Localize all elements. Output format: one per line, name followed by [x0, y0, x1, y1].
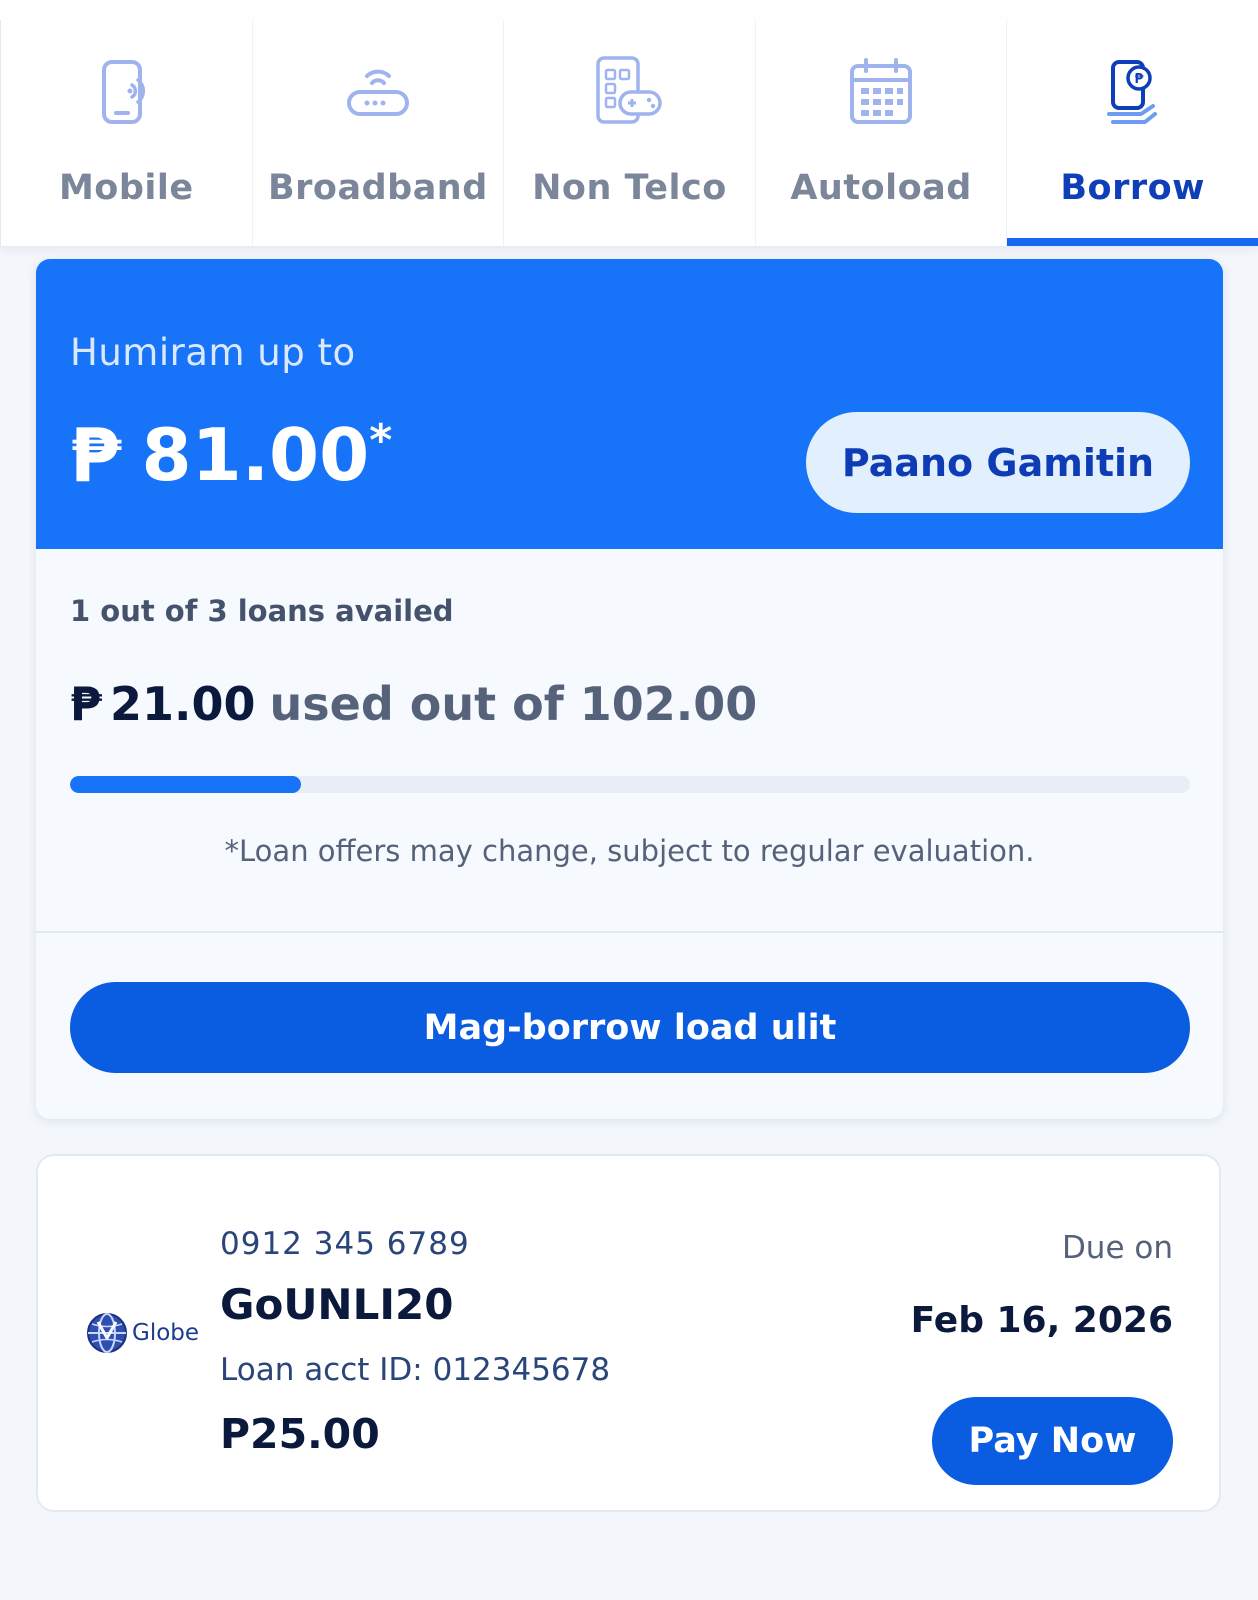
pay-now-button[interactable]: Pay Now: [932, 1397, 1173, 1485]
due-label: Due on: [1061, 1230, 1173, 1266]
brand-name: Globe: [132, 1320, 200, 1346]
borrow-limit-banner: Humiram up to ₱ 81.00 * Paano Gamitin: [36, 259, 1223, 549]
divider: [36, 931, 1223, 933]
mobile-number: 0912 345 6789: [220, 1226, 470, 1262]
mobile-icon: [88, 54, 164, 130]
globe-logo-icon: [87, 1313, 127, 1353]
borrow-limit-label: Humiram up to: [70, 331, 356, 374]
borrow-summary-card: Humiram up to ₱ 81.00 * Paano Gamitin 1 …: [36, 259, 1223, 1119]
usage-progress-fill: [70, 776, 301, 793]
tab-non-telco[interactable]: Non Telco: [503, 20, 755, 246]
borrow-phone-icon: ₱: [1095, 54, 1171, 130]
borrow-limit-amount: ₱ 81.00 *: [70, 413, 393, 499]
tab-label: Autoload: [790, 168, 972, 208]
brand: Globe: [86, 1312, 199, 1354]
borrow-limit-value: 81.00: [141, 413, 370, 497]
game-controller-icon: [591, 54, 667, 130]
router-icon: [340, 54, 416, 130]
asterisk: *: [369, 415, 393, 466]
loan-account-id: Loan acct ID: 012345678: [220, 1352, 611, 1388]
loan-item-card: Globe 0912 345 6789 GoUNLI20 Loan acct I…: [36, 1154, 1221, 1512]
tab-borrow[interactable]: ₱ Borrow: [1006, 20, 1258, 246]
loans-count-text: 1 out of 3 loans availed: [70, 594, 454, 628]
loan-disclaimer: *Loan offers may change, subject to regu…: [224, 834, 1035, 868]
peso-icon: ₱: [70, 413, 122, 499]
svg-text:₱: ₱: [1134, 72, 1144, 87]
tab-label: Mobile: [58, 168, 194, 208]
tab-autoload[interactable]: Autoload: [754, 20, 1007, 246]
due-date: Feb 16, 2026: [910, 1300, 1173, 1341]
used-amount: 21.00: [110, 677, 256, 731]
tab-label: Non Telco: [532, 168, 727, 208]
borrow-again-button[interactable]: Mag-borrow load ulit: [70, 982, 1190, 1073]
top-strip: [0, 0, 1258, 20]
how-to-use-button[interactable]: Paano Gamitin: [806, 412, 1190, 513]
peso-icon: ₱: [70, 677, 103, 731]
tab-label: Borrow: [1060, 168, 1205, 208]
promo-name: GoUNLI20: [220, 1280, 454, 1329]
usage-progress-bar: [70, 776, 1190, 793]
loan-amount: P25.00: [220, 1410, 380, 1458]
usage-summary: ₱ 21.00 used out of 102.00: [70, 677, 757, 731]
calendar-icon: [843, 54, 919, 130]
tab-broadband[interactable]: Broadband: [251, 20, 504, 246]
used-out-of-text: used out of 102.00: [269, 677, 758, 731]
category-tabs: Mobile Broadband Non Telco Autoload ₱ Bo…: [0, 20, 1258, 247]
tab-label: Broadband: [267, 168, 488, 208]
tab-mobile[interactable]: Mobile: [0, 20, 252, 246]
